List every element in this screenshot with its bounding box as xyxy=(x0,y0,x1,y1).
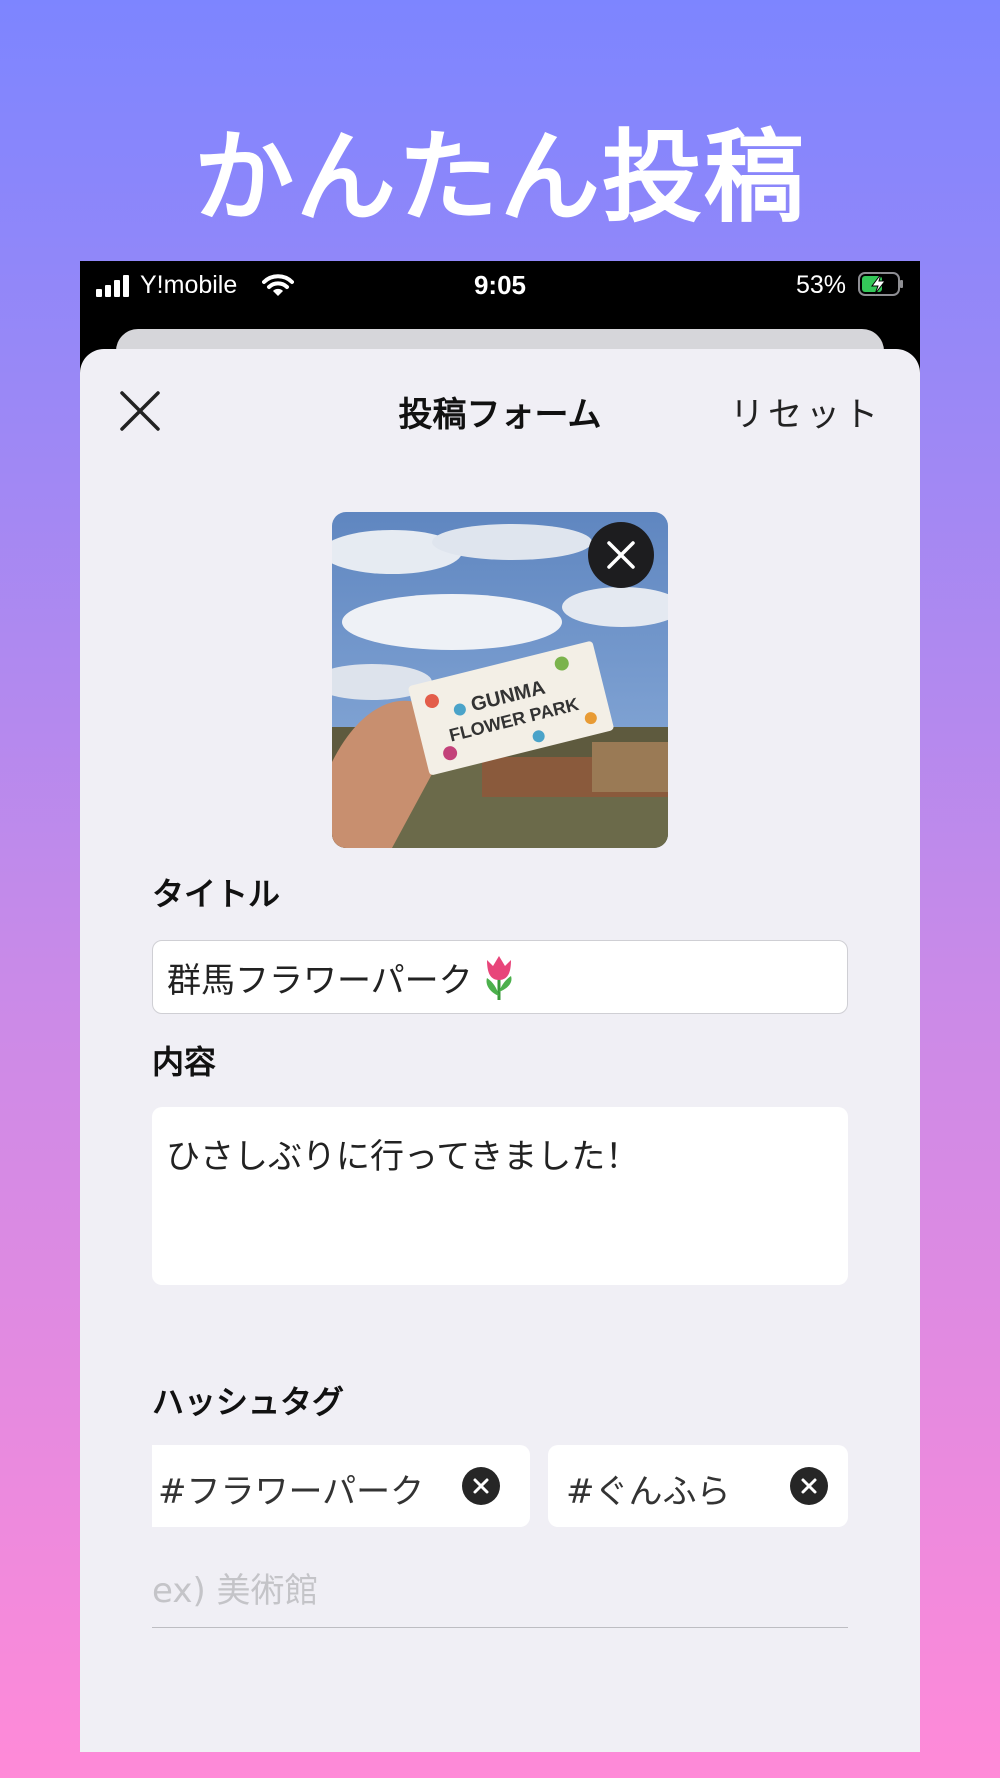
hashtag-chip: #ぐんふら xyxy=(548,1445,848,1527)
hashtag-placeholder: ex) 美術館 xyxy=(152,1571,319,1611)
post-form-sheet: 投稿フォーム リセット GUNMA FLOWER PARK タイトル 群馬フラワ… xyxy=(80,349,920,1752)
phone-screen: Y!mobile 9:05 53% 投稿フォーム リセット GUNMA FLOW… xyxy=(80,261,920,1752)
hashtag-text: #ぐんふら xyxy=(566,1472,731,1512)
reset-button[interactable]: リセット xyxy=(730,387,882,436)
hero-title: かんたん投稿 xyxy=(194,119,806,236)
hashtag-text: #フラワーパーク xyxy=(158,1472,425,1512)
remove-tag-icon xyxy=(473,1478,489,1494)
content-label: 内容 xyxy=(152,1043,217,1081)
content-value: ひさしぶりに行ってきました！ xyxy=(166,1137,640,1177)
battery-percent: 53% xyxy=(795,271,846,299)
hashtag-list: #フラワーパーク #ぐんふら xyxy=(152,1445,848,1527)
hashtag-input[interactable]: ex) 美術館 xyxy=(152,1563,848,1628)
remove-photo-icon xyxy=(607,541,635,569)
remove-tag-icon xyxy=(801,1478,817,1494)
battery-charging-icon xyxy=(858,272,903,296)
tulip-emoji-icon xyxy=(486,956,512,1000)
content-textarea[interactable]: ひさしぶりに行ってきました！ xyxy=(152,1107,848,1285)
title-input[interactable]: 群馬フラワーパーク xyxy=(152,940,848,1014)
remove-tag-button[interactable] xyxy=(462,1467,500,1505)
status-time: 9:05 xyxy=(473,270,527,300)
remove-photo-button[interactable] xyxy=(588,522,654,588)
title-label: タイトル xyxy=(152,875,281,913)
title-input-value: 群馬フラワーパーク xyxy=(167,960,473,1001)
hashtag-chip: #フラワーパーク xyxy=(152,1445,530,1527)
status-bar: Y!mobile 9:05 53% xyxy=(80,261,920,313)
hashtag-label: ハッシュタグ xyxy=(152,1383,345,1421)
remove-tag-button[interactable] xyxy=(790,1467,828,1505)
